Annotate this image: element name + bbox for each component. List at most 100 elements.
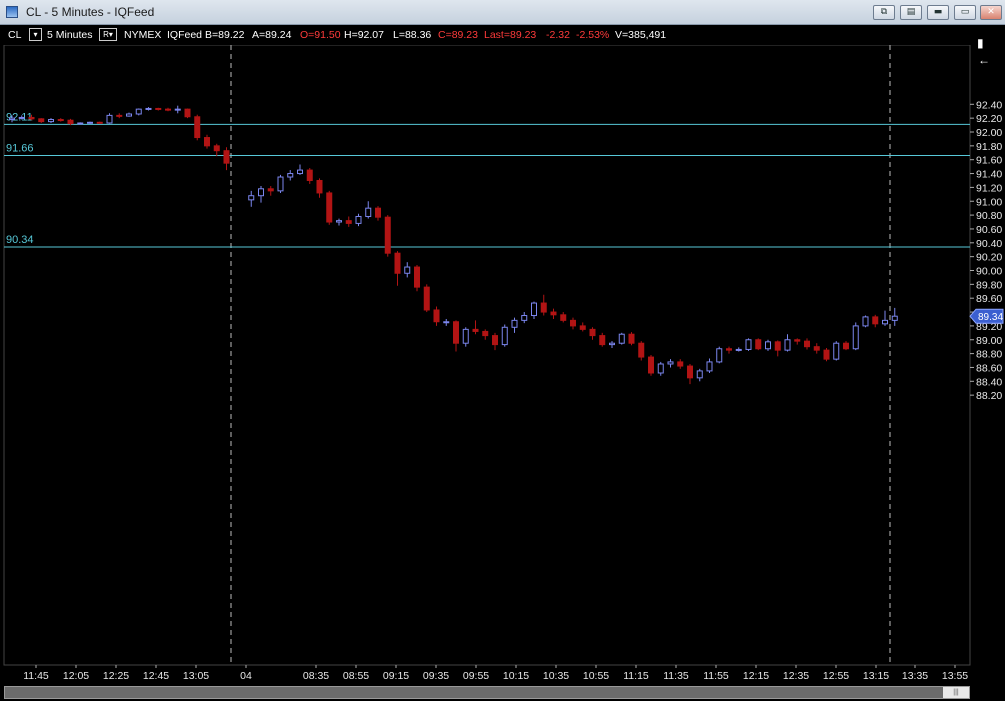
minimize-button[interactable]: ▬ — [927, 5, 949, 20]
window-title: CL - 5 Minutes - IQFeed — [26, 5, 155, 19]
x-tick-label: 10:55 — [583, 670, 609, 682]
candle-down — [589, 328, 596, 337]
x-tick-label: 11:35 — [663, 670, 689, 682]
candle-down — [194, 116, 201, 139]
y-tick-label: 89.80 — [976, 279, 1002, 291]
x-tick-label: 13:15 — [863, 670, 889, 682]
last-value: Last=89.23 — [484, 29, 537, 41]
candle-down — [579, 325, 586, 330]
candle-up — [365, 207, 372, 217]
y-tick-label: 89.60 — [976, 293, 1002, 305]
y-tick-label: 90.80 — [976, 210, 1002, 222]
last-price-label: 89.34 — [978, 312, 1003, 323]
low-value: L=88.36 — [393, 29, 432, 41]
y-tick-label: 91.80 — [976, 141, 1002, 153]
candle-up — [87, 121, 93, 124]
x-tick-label: 09:15 — [383, 670, 409, 682]
candle-up — [891, 315, 898, 321]
x-tick-label: 11:55 — [703, 670, 729, 682]
y-tick-label: 90.40 — [976, 238, 1002, 250]
candle-down — [804, 340, 810, 348]
candle-down — [472, 328, 479, 332]
candle-up — [667, 361, 674, 365]
candle-down — [482, 330, 489, 337]
candle-up — [609, 342, 615, 346]
candle-down — [213, 145, 220, 152]
candle-down — [570, 319, 576, 327]
window-titlebar: CL - 5 Minutes - IQFeed ⧉ ▤ ▬ ▭ ✕ — [0, 0, 1005, 25]
candle-down — [306, 169, 313, 181]
candle-up — [248, 195, 255, 201]
x-tick-label: 04 — [240, 670, 252, 682]
level-label: 90.34 — [6, 234, 34, 246]
y-tick-label: 90.20 — [976, 252, 1002, 264]
candle-down — [687, 365, 693, 379]
candle-up — [135, 108, 142, 115]
candle-down — [414, 266, 420, 288]
candle-up — [174, 108, 181, 111]
candle-up — [696, 370, 703, 379]
volume-value: V=385,491 — [615, 29, 667, 41]
close-value: C=89.23 — [438, 29, 478, 41]
x-tick-label: 11:15 — [623, 670, 649, 682]
candle-down — [116, 114, 123, 117]
candle-up — [765, 341, 771, 350]
candle-down — [550, 311, 557, 316]
candle-down — [813, 346, 820, 351]
x-tick-label: 13:35 — [902, 670, 928, 682]
x-tick-label: 12:55 — [823, 670, 849, 682]
candle-down — [96, 121, 103, 124]
y-tick-label: 92.40 — [976, 99, 1002, 111]
candle-up — [833, 342, 840, 360]
interval-dropdown-button[interactable]: ▾ — [29, 28, 42, 41]
y-tick-label: 92.00 — [976, 127, 1002, 139]
candle-up — [735, 348, 742, 351]
x-tick-label: 10:35 — [543, 670, 569, 682]
quote-infobar: CL ▾ 5 Minutes R▾ NYMEX IQFeed B=89.22 A… — [0, 25, 1005, 45]
close-button[interactable]: ✕ — [980, 5, 1002, 20]
candle-up — [618, 333, 625, 344]
horizontal-scrollbar[interactable]: ||| — [4, 686, 970, 699]
candle-down — [155, 107, 162, 110]
candle-down — [165, 108, 171, 111]
candle-up — [355, 215, 362, 224]
candle-down — [453, 321, 459, 344]
properties-button[interactable]: ▤ — [900, 5, 922, 20]
x-tick-label: 12:25 — [103, 670, 129, 682]
candlestick-chart[interactable]: 92.40 92.20 92.00 91.80 91.60 91.4091.20 91.00… — [0, 45, 1005, 685]
change-pct-value: -2.53% — [576, 29, 610, 41]
candle-up — [657, 363, 664, 374]
x-tick-label: 12:45 — [143, 670, 169, 682]
y-tick-label: 88.80 — [976, 349, 1002, 361]
candle-down — [375, 207, 381, 218]
symbol-label[interactable]: CL — [8, 29, 21, 41]
x-tick-label: 13:05 — [183, 670, 209, 682]
candle-up — [462, 328, 469, 344]
x-tick-label: 10:15 — [503, 670, 529, 682]
y-tick-label: 91.20 — [976, 182, 1002, 194]
candle-up — [745, 339, 752, 350]
bid-value: B=89.22 — [205, 29, 245, 41]
candle-down — [823, 349, 830, 360]
candle-up — [443, 321, 450, 324]
candle-down — [628, 333, 635, 344]
restore-layout-button[interactable]: ⧉ — [873, 5, 895, 20]
x-tick-label: 09:55 — [463, 670, 489, 682]
y-tick-label: 88.40 — [976, 376, 1002, 388]
range-dropdown-button[interactable]: R▾ — [99, 28, 117, 41]
candle-down — [67, 119, 74, 125]
candle-up — [126, 113, 132, 117]
scrollbar-thumb[interactable]: ||| — [943, 687, 969, 698]
change-value: -2.32 — [546, 29, 570, 41]
maximize-button[interactable]: ▭ — [954, 5, 976, 20]
candle-up — [287, 173, 294, 178]
x-tick-label: 13:55 — [942, 670, 968, 682]
candle-down — [223, 150, 230, 164]
candle-up — [18, 116, 25, 119]
level-label: 91.66 — [6, 143, 34, 155]
candle-down — [433, 309, 440, 323]
high-value: H=92.07 — [344, 29, 384, 41]
x-tick-label: 12:35 — [783, 670, 809, 682]
candle-down — [677, 361, 684, 367]
candle-down — [843, 342, 849, 350]
